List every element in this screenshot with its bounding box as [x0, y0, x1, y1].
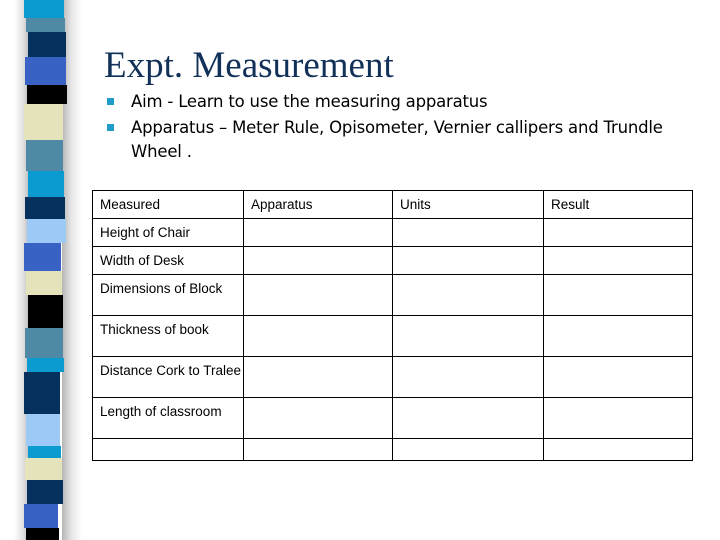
- bullet-item-apparatus: Apparatus – Meter Rule, Opisometer, Vern…: [104, 116, 700, 164]
- stripe-band-segment: [24, 243, 62, 271]
- square-bullet-icon: [107, 98, 114, 105]
- cell-apparatus[interactable]: [243, 397, 393, 439]
- stripe-band-segment: [28, 32, 66, 57]
- column-header-units: Units: [392, 190, 544, 219]
- stripe-band-segment: [25, 57, 67, 85]
- cell-result[interactable]: [543, 356, 693, 398]
- stripe-band-segment: [24, 372, 60, 414]
- bullet-list: Aim - Learn to use the measuring apparat…: [104, 90, 700, 166]
- bullet-item-aim-text: Aim - Learn to use the measuring apparat…: [131, 92, 488, 111]
- cell-apparatus[interactable]: [243, 274, 393, 316]
- cell-units[interactable]: [392, 356, 544, 398]
- cell-units[interactable]: [392, 274, 544, 316]
- stripe-band-segment: [26, 528, 60, 540]
- cell-apparatus[interactable]: [243, 356, 393, 398]
- cell-measured[interactable]: [92, 438, 244, 461]
- table-row: Distance Cork to Tralee: [92, 356, 693, 398]
- stripe-band-segment: [28, 295, 63, 328]
- stripe-band-segment: [24, 504, 59, 528]
- square-bullet-icon: [107, 124, 114, 131]
- cell-apparatus[interactable]: [243, 315, 393, 357]
- stripe-band-segment: [27, 85, 68, 104]
- table-row: Thickness of book: [92, 315, 693, 357]
- table-row: Height of Chair: [92, 218, 693, 247]
- cell-result[interactable]: [543, 246, 693, 275]
- stripe-band-segment: [25, 328, 64, 358]
- left-striped-decoration: [0, 0, 84, 540]
- stripe-band-segment: [24, 104, 63, 140]
- stripe-band-segment: [27, 358, 65, 372]
- column-header-measured: Measured: [92, 190, 244, 219]
- stripe-band-segment: [26, 18, 65, 32]
- cell-result[interactable]: [543, 218, 693, 247]
- table-row: Length of classroom: [92, 397, 693, 439]
- table-row: [92, 438, 693, 461]
- stripe-band-segment: [27, 480, 63, 504]
- cell-measured[interactable]: Length of classroom: [92, 397, 244, 439]
- stripe-band-segment: [27, 219, 66, 243]
- presentation-slide: Expt. Measurement Aim - Learn to use the…: [0, 0, 720, 540]
- stripe-band-segment: [25, 458, 62, 480]
- column-header-result: Result: [543, 190, 693, 219]
- stripe-band-segment: [28, 171, 65, 197]
- cell-units[interactable]: [392, 246, 544, 275]
- stripe-band-segment: [26, 414, 61, 446]
- cell-measured[interactable]: Width of Desk: [92, 246, 244, 275]
- cell-result[interactable]: [543, 315, 693, 357]
- stripe-band-segment: [28, 446, 62, 458]
- stripe-band-segment: [25, 197, 65, 219]
- cell-measured[interactable]: Height of Chair: [92, 218, 244, 247]
- cell-measured[interactable]: Thickness of book: [92, 315, 244, 357]
- cell-result[interactable]: [543, 274, 693, 316]
- cell-result[interactable]: [543, 397, 693, 439]
- cell-measured[interactable]: Dimensions of Block: [92, 274, 244, 316]
- column-header-apparatus: Apparatus: [243, 190, 393, 219]
- cell-measured[interactable]: Distance Cork to Tralee: [92, 356, 244, 398]
- slide-title: Expt. Measurement: [104, 45, 394, 86]
- cell-units[interactable]: [392, 438, 544, 461]
- table-row: Width of Desk: [92, 246, 693, 275]
- cell-apparatus[interactable]: [243, 438, 393, 461]
- cell-result[interactable]: [543, 438, 693, 461]
- cell-units[interactable]: [392, 315, 544, 357]
- stripe-band-segment: [24, 0, 64, 18]
- stripe-band-segment: [26, 140, 64, 171]
- measurement-table: Measured Apparatus Units Result Height o…: [92, 190, 693, 461]
- cell-units[interactable]: [392, 218, 544, 247]
- cell-units[interactable]: [392, 397, 544, 439]
- stripe-band-segment: [26, 271, 62, 295]
- stripe-color-bands: [0, 0, 68, 540]
- cell-apparatus[interactable]: [243, 218, 393, 247]
- bullet-item-aim: Aim - Learn to use the measuring apparat…: [104, 90, 700, 114]
- table-header-row: Measured Apparatus Units Result: [92, 190, 693, 219]
- table-row: Dimensions of Block: [92, 274, 693, 316]
- bullet-item-apparatus-text: Apparatus – Meter Rule, Opisometer, Vern…: [131, 118, 663, 161]
- cell-apparatus[interactable]: [243, 246, 393, 275]
